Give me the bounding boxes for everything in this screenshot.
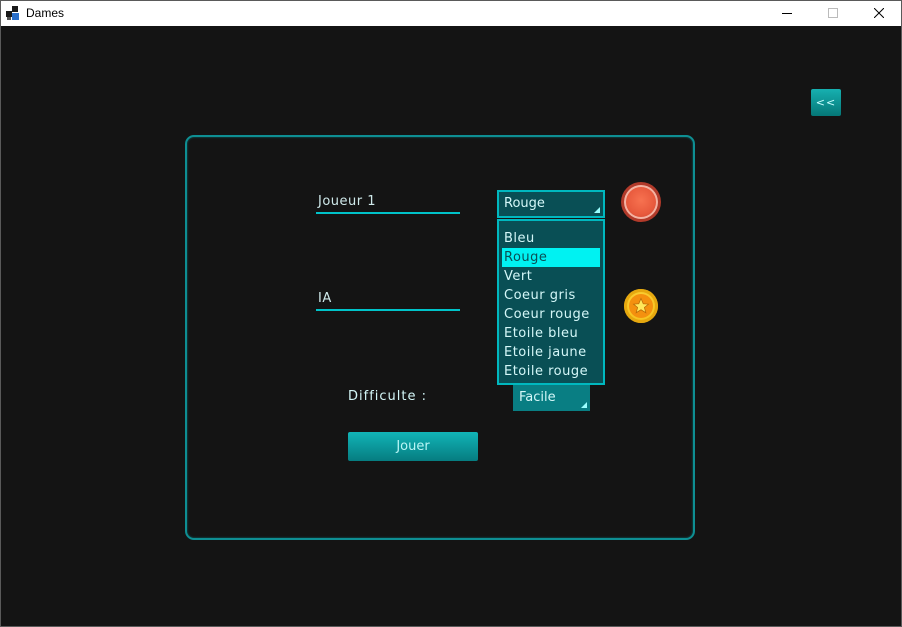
difficulty-label: Difficulte : [348,389,427,404]
player2-name-field[interactable]: IA [316,289,460,311]
color-dropdown-list[interactable]: Bleu Rouge Vert Coeur gris Coeur rouge E… [497,219,605,385]
star-icon [629,294,653,318]
dropdown-item[interactable]: Etoile rouge [502,362,600,381]
dropdown-item[interactable]: Bleu [502,229,600,248]
dropdown-arrow-icon [594,207,600,213]
star-shape-icon [632,297,650,314]
close-icon [874,8,884,18]
back-button[interactable]: << [811,89,841,116]
maximize-button[interactable] [810,0,856,26]
play-button[interactable]: Jouer [348,432,478,461]
player1-color-value: Rouge [504,196,545,211]
dropdown-item[interactable]: Coeur rouge [502,305,600,324]
dropdown-item[interactable]: Etoile jaune [502,343,600,362]
maximize-icon [828,8,838,18]
title-bar: Dames [0,0,902,26]
minimize-icon [782,13,792,14]
dropdown-item[interactable]: Etoile bleu [502,324,600,343]
dropdown-arrow-icon [581,402,587,408]
player1-name-field[interactable]: Joueur 1 [316,192,460,214]
difficulty-value: Facile [519,390,556,405]
dropdown-item[interactable]: Vert [502,267,600,286]
difficulty-select[interactable]: Facile [513,385,590,411]
dropdown-item[interactable]: Rouge [502,248,600,267]
app-icon [6,6,19,20]
player1-color-select[interactable]: Rouge [497,190,605,218]
window-title: Dames [26,6,65,20]
dropdown-item[interactable]: Coeur gris [502,286,600,305]
minimize-button[interactable] [764,0,810,26]
gold-star-piece-icon [624,289,658,323]
red-piece-icon [624,185,658,219]
close-button[interactable] [856,0,902,26]
